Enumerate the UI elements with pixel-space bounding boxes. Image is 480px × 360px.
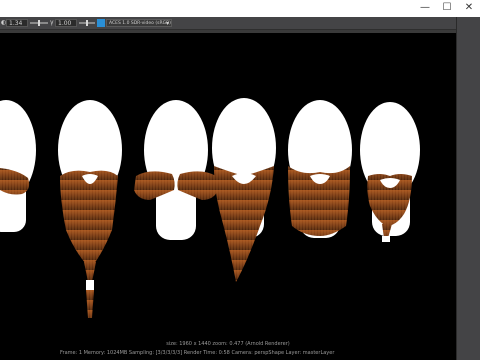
beard-2 [60, 170, 118, 264]
gamma-icon: γ [50, 19, 54, 26]
head-1 [0, 100, 36, 232]
gamma-value: 1.00 [58, 20, 72, 27]
colorspace-dropdown[interactable]: ACES 1.0 SDR-video (sRGB) ▾ [106, 19, 172, 27]
head-6 [360, 102, 420, 242]
head-4 [212, 98, 276, 282]
head-5 [288, 100, 352, 238]
exposure-slider-handle[interactable] [38, 20, 40, 26]
right-panel [456, 17, 480, 360]
chevron-down-icon: ▾ [166, 20, 170, 27]
minimize-icon[interactable]: — [418, 2, 432, 14]
render-viewport[interactable] [0, 33, 456, 348]
colorspace-label: ACES 1.0 SDR-video (sRGB) [109, 21, 171, 26]
head-2 [58, 100, 122, 318]
render-view-toolbar: ◐ 1.34 γ 1.00 ACES 1.0 SDR-video (sRGB) … [0, 17, 480, 30]
close-icon[interactable]: ✕ [462, 2, 476, 14]
resolution-readout: size: 1960 x 1440 zoom: 0.477 (Arnold Re… [166, 341, 290, 347]
window-titlebar: — ☐ ✕ [0, 0, 480, 17]
gamma-slider-handle[interactable] [86, 20, 88, 26]
gamma-field[interactable]: 1.00 [55, 19, 77, 27]
exposure-field[interactable]: 1.34 [6, 19, 28, 27]
head-3 [134, 100, 218, 240]
render-image [0, 98, 420, 318]
maximize-icon[interactable]: ☐ [440, 2, 454, 14]
view-transform-icon[interactable] [97, 19, 105, 27]
exposure-value: 1.34 [9, 20, 23, 27]
status-text: Frame: 1 Memory: 1024MB Sampling: [3/3/3… [60, 350, 335, 356]
